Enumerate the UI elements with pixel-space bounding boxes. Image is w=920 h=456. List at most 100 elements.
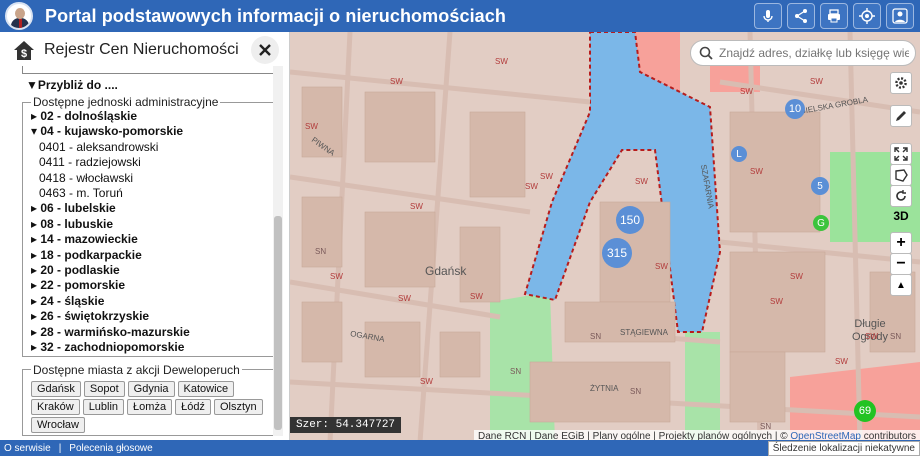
admin-unit-item[interactable]: ▸ 24 - śląskie [31, 294, 268, 309]
account-button[interactable] [886, 3, 914, 29]
admin-unit-item[interactable]: ▸ 20 - podlaskie [31, 263, 268, 278]
price-cluster-5[interactable]: 5 [811, 177, 829, 195]
3d-toggle[interactable]: 3D [890, 205, 912, 227]
developer-marker-g[interactable]: G [813, 215, 829, 231]
zoning-tag: SW [305, 122, 318, 131]
zoom-out-button[interactable]: − [890, 253, 912, 275]
admin-unit-item[interactable]: ▸ 08 - lubuskie [31, 217, 268, 232]
settings-icon [895, 77, 907, 89]
polygon-button[interactable] [890, 164, 912, 186]
cluster-count: 5 [817, 180, 823, 192]
city-button[interactable]: Wrocław [31, 416, 85, 433]
search-input[interactable] [719, 46, 909, 60]
zoning-tag: SW [810, 77, 823, 86]
footer-separator: | [58, 442, 62, 454]
admin-unit-item[interactable]: 0418 - włocławski [31, 171, 268, 186]
city-button[interactable]: Gdynia [127, 380, 175, 397]
admin-unit-item[interactable]: 0411 - radziejowski [31, 155, 268, 170]
zoning-tag: SN [890, 332, 902, 341]
print-button[interactable] [820, 3, 848, 29]
developer-cluster-69[interactable]: 69 [854, 400, 876, 422]
zoning-tag: SN [315, 247, 327, 256]
zoning-tag: SW [525, 182, 538, 191]
about-link[interactable]: O serwisie [0, 443, 55, 454]
zoning-tag: SW [390, 77, 403, 86]
close-panel-button[interactable] [251, 36, 279, 64]
scrollbar-thumb[interactable] [274, 216, 282, 430]
address-search[interactable] [690, 40, 916, 66]
search-icon [699, 46, 713, 60]
city-button[interactable]: Kraków [31, 398, 80, 415]
zoning-tag: SN [630, 387, 642, 396]
location-tracking-status: Śledzenie lokalizacji niekatywne [767, 441, 920, 456]
zoning-tag: SN [760, 422, 772, 431]
zoning-tag: SW [770, 297, 783, 306]
cluster-count: 10 [788, 103, 802, 115]
admin-unit-item[interactable]: 0401 - aleksandrowski [31, 140, 268, 155]
date-range-filter[interactable] [22, 66, 280, 74]
microphone-button[interactable] [754, 3, 782, 29]
admin-units-group: Dostępne jednoski administracyjne ▸ 02 -… [22, 95, 277, 357]
share-button[interactable] [787, 3, 815, 29]
panel-title: Rejestr Cen Nieruchomości [44, 41, 239, 58]
print-icon [828, 9, 840, 23]
app-root: Portal podstawowych informacji o nieruch… [0, 0, 920, 456]
fullscreen-button[interactable] [890, 143, 912, 165]
side-panel: $ Rejestr Cen Nieruchomości ▼Przybliż do… [0, 32, 290, 440]
compass-button[interactable]: ▲ [890, 274, 912, 296]
panel-scrollbar[interactable] [273, 66, 283, 436]
share-icon [795, 9, 807, 23]
zoom-in-button[interactable]: + [890, 232, 912, 254]
city-button[interactable]: Olsztyn [213, 398, 263, 415]
top-bar: Portal podstawowych informacji o nieruch… [0, 0, 920, 32]
fullscreen-icon [894, 147, 908, 161]
zoning-tag: SW [398, 294, 411, 303]
zoning-tag: SW [540, 172, 553, 181]
zoning-tag: SW [750, 167, 763, 176]
zoning-tag: SW [495, 57, 508, 66]
zoning-tag: SW [420, 377, 433, 386]
admin-unit-item[interactable]: ▸ 14 - mazowieckie [31, 232, 268, 247]
zoning-tag: SW [470, 292, 483, 301]
rotate-button[interactable] [890, 185, 912, 207]
portal-logo [5, 2, 33, 30]
price-cluster-315[interactable]: 315 [602, 238, 632, 268]
zoning-tag: SW [330, 272, 343, 281]
admin-unit-item[interactable]: ▸ 28 - warmińsko-mazurskie [31, 325, 268, 340]
price-cluster-10[interactable]: 10 [785, 99, 805, 119]
zoning-tag: SW [790, 272, 803, 281]
admin-unit-item[interactable]: ▸ 26 - świętokrzyskie [31, 309, 268, 324]
admin-unit-item[interactable]: ▸ 02 - dolnośląskie [31, 109, 268, 124]
admin-unit-item[interactable]: ▸ 06 - lubelskie [31, 201, 268, 216]
city-button[interactable]: Łódź [175, 398, 211, 415]
draw-button[interactable] [890, 105, 912, 127]
city-button[interactable]: Łomża [127, 398, 173, 415]
admin-unit-item[interactable]: ▸ 32 - zachodniopomorskie [31, 340, 268, 355]
admin-unit-item[interactable]: ▸ 18 - podkarpackie [31, 248, 268, 263]
city-button[interactable]: Gdańsk [31, 380, 81, 397]
close-icon [259, 44, 271, 56]
price-marker-l[interactable]: L [731, 146, 747, 162]
marker-letter: G [817, 217, 825, 229]
panel-body: ▼Przybliż do .... Dostępne jednoski admi… [8, 66, 283, 438]
locate-button[interactable] [853, 3, 881, 29]
map-view[interactable]: Gdańsk Długie Ogrody ANGIELSKA GROBLA ST… [290, 32, 920, 442]
admin-unit-item[interactable]: ▾ 04 - kujawsko-pomorskie [31, 124, 268, 139]
zoom-to-toggle[interactable]: ▼Przybliż do .... [26, 78, 283, 92]
map-settings-button[interactable] [890, 72, 912, 94]
city-button[interactable]: Katowice [177, 380, 235, 397]
city-button[interactable]: Sopot [83, 380, 125, 397]
zoning-tag: SW [655, 262, 668, 271]
admin-unit-item[interactable]: ▸ 22 - pomorskie [31, 278, 268, 293]
map-label-gdansk: Gdańsk [425, 264, 467, 278]
price-cluster-150[interactable]: 150 [616, 206, 644, 234]
app-title: Portal podstawowych informacji o nieruch… [45, 5, 506, 26]
admin-unit-item[interactable]: 0463 - m. Toruń [31, 186, 268, 201]
admin-units-tree: ▸ 02 - dolnośląskie ▾ 04 - kujawsko-pomor… [31, 109, 268, 356]
draw-icon [896, 111, 906, 121]
map-canvas [290, 32, 920, 442]
city-button[interactable]: Lublin [82, 398, 125, 415]
voice-commands-link[interactable]: Polecenia głosowe [65, 443, 156, 454]
rotate-icon [896, 190, 906, 201]
cluster-count: 150 [619, 213, 641, 227]
